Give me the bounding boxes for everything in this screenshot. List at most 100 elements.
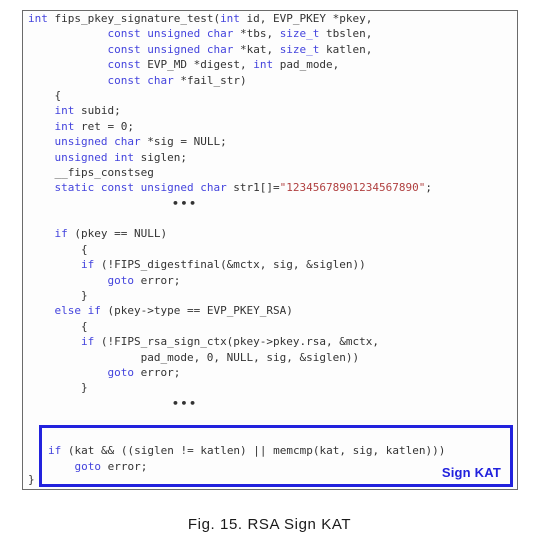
- code-line: pad_mode, 0, NULL, sig, &siglen)): [23, 350, 517, 365]
- code-token: id, EVP_PKEY *pkey,: [239, 12, 373, 25]
- function-closing-brace: }: [28, 473, 35, 486]
- code-token: fips_pkey_signature_test(: [47, 12, 221, 25]
- code-token: tbslen,: [319, 27, 373, 41]
- code-token: siglen;: [133, 150, 187, 164]
- code-token: int: [28, 12, 48, 25]
- code-token: const char: [107, 73, 174, 87]
- sign-kat-label: Sign KAT: [441, 465, 501, 480]
- code-token: const unsigned char: [107, 42, 234, 56]
- figure-caption: Fig. 15. RSA Sign KAT: [187, 516, 352, 533]
- code-token: error;: [101, 459, 148, 473]
- code-token: __fips_constseg: [28, 165, 154, 179]
- code-ellipsis: •••: [172, 196, 198, 210]
- code-token: *fail_str): [173, 73, 247, 87]
- code-token: *kat,: [233, 42, 280, 56]
- sign-kat-highlight-box: if (kat && ((siglen != katlen) || memcmp…: [39, 425, 513, 487]
- code-token: str1[]=: [226, 181, 280, 195]
- code-token: unsigned char: [54, 135, 141, 149]
- code-line: unsigned int siglen;: [23, 150, 517, 165]
- code-token: (pkey->type == EVP_PKEY_RSA): [100, 304, 293, 318]
- code-line: unsigned char *sig = NULL;: [23, 134, 517, 149]
- code-token: "12345678901234567890": [279, 181, 426, 195]
- code-line: {: [23, 242, 517, 257]
- code-token: const: [107, 58, 141, 72]
- code-line: const EVP_MD *digest, int pad_mode,: [23, 57, 517, 72]
- code-line: static const unsigned char str1[]="12345…: [23, 180, 517, 195]
- code-line: {: [23, 88, 517, 103]
- code-line: if (kat && ((siglen != katlen) || memcmp…: [42, 443, 510, 458]
- code-token: ret = 0;: [74, 119, 134, 133]
- code-token: (!FIPS_rsa_sign_ctx(pkey->pkey.rsa, &mct…: [94, 335, 380, 349]
- code-token: {: [28, 319, 88, 333]
- code-ellipsis: •••: [172, 396, 198, 410]
- code-line: int ret = 0;: [23, 119, 517, 134]
- code-token: int: [54, 119, 75, 133]
- code-token: katlen,: [319, 42, 373, 56]
- code-token: pad_mode,: [273, 58, 340, 72]
- code-line: int subid;: [23, 103, 517, 118]
- code-token: size_t: [279, 27, 320, 41]
- code-line: }: [23, 380, 517, 395]
- code-token: }: [28, 381, 88, 395]
- code-line: if (!FIPS_digestfinal(&mctx, sig, &sigle…: [23, 257, 517, 272]
- code-line: if (pkey == NULL): [23, 226, 517, 241]
- code-token: (pkey == NULL): [67, 227, 168, 241]
- sign-kat-code: if (kat && ((siglen != katlen) || memcmp…: [42, 428, 510, 474]
- code-listing: int fips_pkey_signature_test(int id, EVP…: [23, 11, 517, 489]
- code-token: pad_mode, 0, NULL, sig, &siglen)): [28, 350, 360, 364]
- code-token: *sig = NULL;: [140, 135, 227, 149]
- code-line: {: [23, 319, 517, 334]
- code-token: EVP_MD *digest,: [140, 58, 254, 72]
- code-line: int fips_pkey_signature_test(int id, EVP…: [23, 11, 517, 26]
- code-token: {: [28, 88, 62, 102]
- code-token: else if: [54, 304, 101, 318]
- code-line: else if (pkey->type == EVP_PKEY_RSA): [23, 303, 517, 318]
- code-token: if: [54, 227, 68, 241]
- code-token: size_t: [279, 42, 320, 56]
- code-token: (!FIPS_digestfinal(&mctx, sig, &siglen)): [94, 258, 366, 272]
- code-token: *tbs,: [233, 27, 280, 41]
- code-token: goto: [74, 459, 102, 473]
- code-token: goto: [107, 365, 134, 379]
- code-line: goto error;: [42, 459, 510, 474]
- code-token: static const unsigned char: [54, 181, 227, 195]
- code-token: subid;: [74, 104, 121, 118]
- code-token: goto: [107, 273, 134, 287]
- code-line: goto error;: [23, 365, 517, 380]
- code-line: goto error;: [23, 273, 517, 288]
- code-line: __fips_constseg: [23, 165, 517, 180]
- code-token: {: [28, 242, 88, 256]
- figure-frame: int fips_pkey_signature_test(int id, EVP…: [22, 10, 518, 490]
- code-line: const char *fail_str): [23, 73, 517, 88]
- code-line: const unsigned char *tbs, size_t tbslen,: [23, 26, 517, 41]
- code-token: unsigned int: [54, 150, 134, 164]
- code-token: }: [28, 289, 88, 303]
- code-token: if: [80, 335, 95, 349]
- code-line: const unsigned char *kat, size_t katlen,: [23, 42, 517, 57]
- code-token: int: [54, 104, 75, 118]
- code-token: error;: [133, 365, 181, 379]
- code-token: (kat && ((siglen != katlen) || memcmp(ka…: [61, 444, 446, 458]
- code-token: ;: [425, 181, 432, 195]
- code-token: int: [253, 58, 274, 72]
- code-token: const unsigned char: [107, 27, 234, 41]
- code-line: }: [23, 288, 517, 303]
- code-line: if (!FIPS_rsa_sign_ctx(pkey->pkey.rsa, &…: [23, 334, 517, 349]
- code-token: if: [48, 444, 62, 458]
